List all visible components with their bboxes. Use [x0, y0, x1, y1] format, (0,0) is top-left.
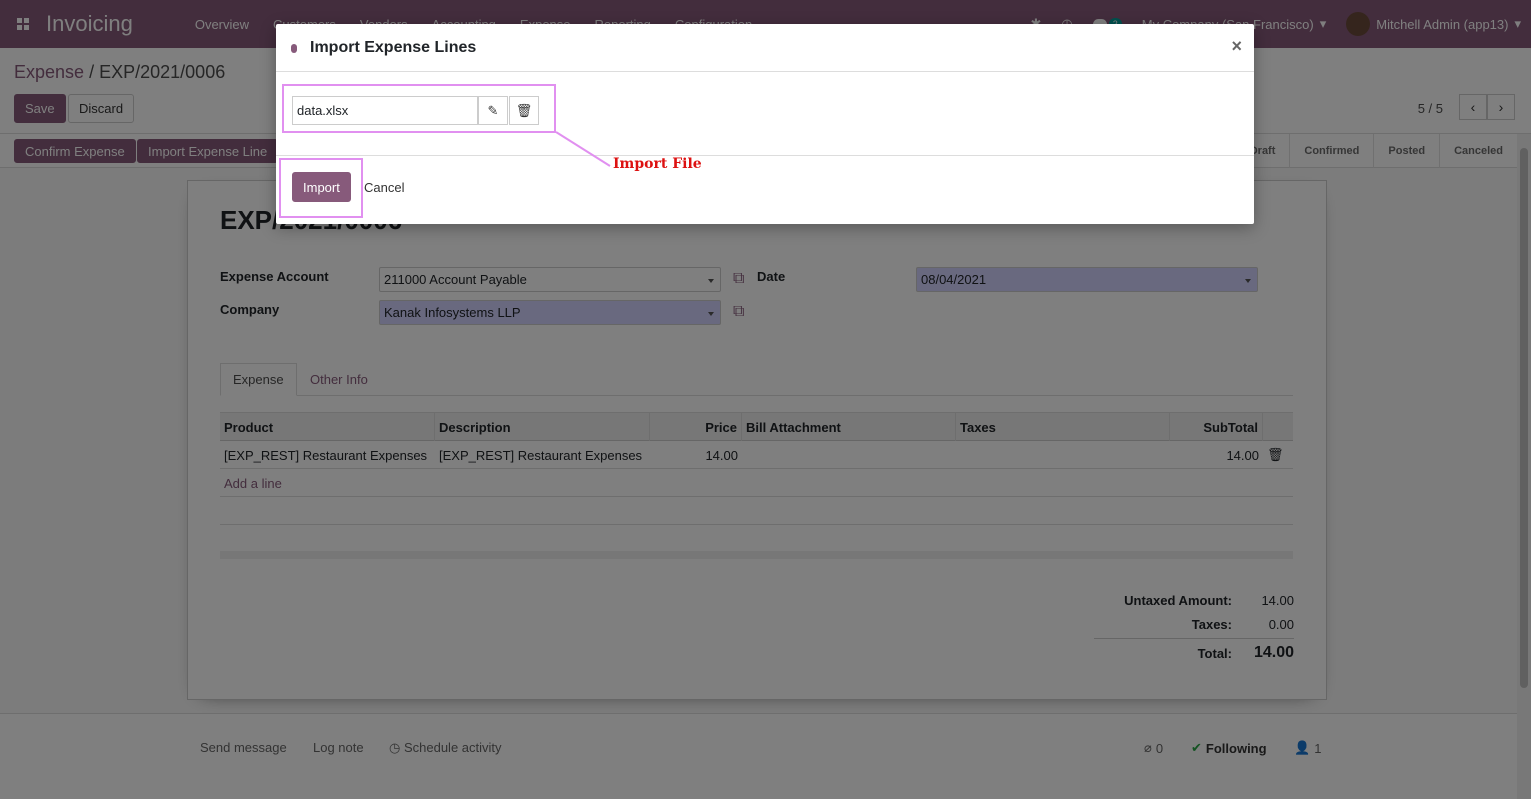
cancel-button[interactable]: Cancel: [364, 180, 404, 195]
bug-icon: [288, 42, 300, 54]
close-icon[interactable]: ×: [1231, 36, 1242, 57]
dialog-title: Import Expense Lines: [310, 38, 477, 56]
import-highlight-box: [279, 158, 363, 218]
dialog-footer: Import Cancel: [276, 156, 1254, 224]
dialog-header: Import Expense Lines ×: [276, 24, 1254, 72]
annotation-arrow: [555, 131, 611, 167]
file-highlight-box: [282, 84, 556, 133]
import-file-annotation: Import File: [613, 156, 702, 172]
